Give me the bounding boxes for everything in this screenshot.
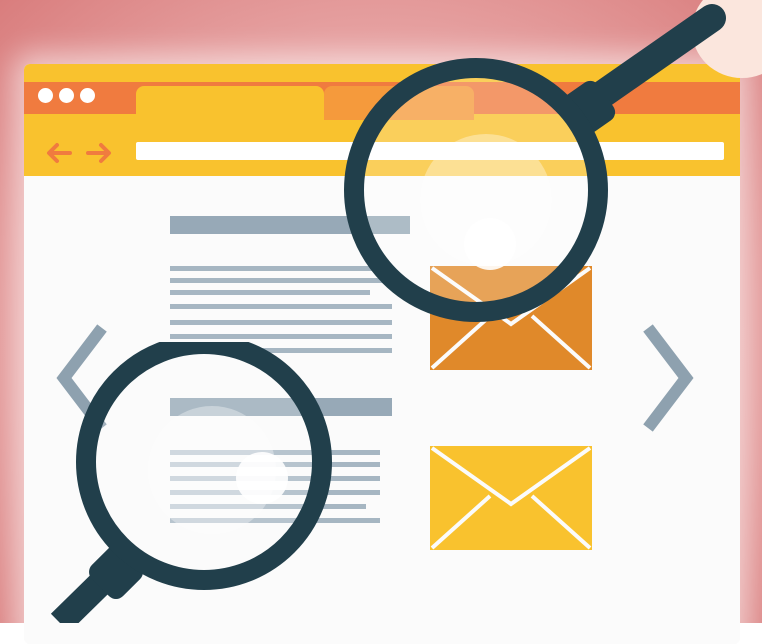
envelope-icon	[430, 446, 592, 550]
dot-icon[interactable]	[59, 88, 74, 103]
dot-icon[interactable]	[38, 88, 53, 103]
tab-active[interactable]	[136, 86, 324, 120]
back-arrow-icon[interactable]	[42, 136, 76, 170]
window-controls	[38, 88, 95, 103]
magnifying-glass-icon	[344, 0, 762, 322]
dot-icon[interactable]	[80, 88, 95, 103]
forward-arrow-icon[interactable]	[82, 136, 116, 170]
magnifying-glass-icon	[50, 342, 332, 623]
